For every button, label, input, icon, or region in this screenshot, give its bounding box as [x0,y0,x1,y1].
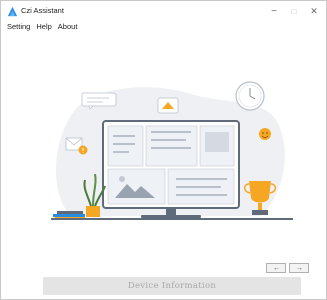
minimize-icon: − [271,5,277,17]
menu-item-setting[interactable]: Setting [7,21,30,33]
device-information-button[interactable]: Device Information [43,277,301,295]
monitor [102,120,240,218]
dashboard-desk-illustration [51,81,293,220]
window-title: Czi Assistant [21,6,64,15]
minimize-button[interactable]: − [266,4,282,18]
image-card-icon [157,97,179,114]
arrow-right-icon: → [296,265,303,272]
device-information-label: Device Information [127,281,217,291]
close-icon: ✕ [310,5,318,16]
maximize-button[interactable]: □ [286,4,302,18]
title-bar: Czi Assistant − □ ✕ [1,1,326,21]
menu-item-about[interactable]: About [58,21,78,33]
clock-icon [235,81,265,111]
menu-item-help[interactable]: Help [36,21,51,33]
close-button[interactable]: ✕ [306,4,322,18]
book-stack [53,211,85,219]
app-window: Czi Assistant − □ ✕ Setting Help About ←… [0,0,327,300]
forward-button[interactable]: → [289,263,309,273]
app-logo-icon [7,6,18,17]
maximize-icon: □ [291,6,297,16]
smiley-icon [259,128,271,140]
back-button[interactable]: ← [266,263,286,273]
arrow-left-icon: ← [273,265,280,272]
menu-bar: Setting Help About [1,21,77,33]
